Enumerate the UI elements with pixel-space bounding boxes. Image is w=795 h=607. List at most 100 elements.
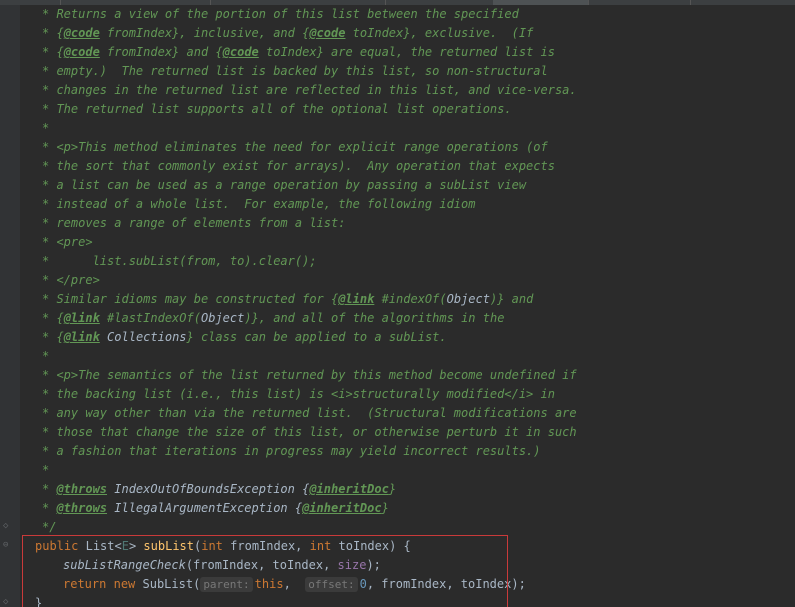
editor-tab[interactable] — [700, 0, 795, 5]
generic-param: E — [121, 539, 129, 553]
doc-text: #indexOf( — [374, 292, 447, 306]
doc-text: <p>This method eliminates the need for e… — [56, 140, 548, 154]
fold-end-icon[interactable]: ◇ — [3, 598, 12, 607]
doc-tag: @code — [309, 26, 346, 40]
fold-start-icon[interactable]: ⊖ — [3, 541, 12, 550]
editor-gutter: ◇ ⊖ ◇ — [0, 5, 20, 607]
doc-text: list.subList(from, to).clear(); — [56, 254, 317, 268]
code-line: * instead of a whole list. For example, … — [42, 197, 476, 211]
code-line: * <p>The semantics of the list returned … — [42, 368, 577, 382]
doc-text: } — [381, 501, 389, 515]
doc-tag: @throws — [56, 482, 108, 496]
param-hint: parent: — [200, 577, 253, 592]
code-line: * removes a range of elements from a lis… — [42, 216, 346, 230]
code-line: * list.subList(from, to).clear(); — [42, 254, 317, 268]
doc-ref[interactable]: Collections — [107, 330, 186, 344]
code-line: * a list can be used as a range operatio… — [42, 178, 527, 192]
doc-text: toIndex}, exclusive. (If — [345, 26, 534, 40]
code-line: * empty.) The returned list is backed by… — [42, 64, 548, 78]
doc-text: a list can be used as a range operation … — [56, 178, 527, 192]
doc-text: { — [56, 311, 64, 325]
doc-text: instead of a whole list. For example, th… — [56, 197, 476, 211]
code-line: */ — [42, 518, 56, 537]
doc-tag: @inheritDoc — [302, 501, 382, 515]
code-line: * — [42, 463, 50, 477]
doc-text: The returned list supports all of the op… — [56, 102, 512, 116]
code-line-return: return new SubList(parent: this, offset: 0… — [63, 575, 526, 594]
doc-text: { — [56, 330, 64, 344]
doc-tag: @link — [63, 311, 100, 325]
doc-text: fromIndex}, inclusive, and { — [99, 26, 310, 40]
code-line: * </pre> — [42, 273, 100, 287]
keyword: new — [113, 577, 136, 591]
args: ); — [366, 558, 381, 572]
code-line: * {@link #lastIndexOf(Object)}, and all … — [42, 311, 505, 325]
doc-tag: @throws — [56, 501, 108, 515]
code-line: * {@code fromIndex}, inclusive, and {@co… — [42, 26, 534, 40]
code-line: * — [42, 121, 50, 135]
code-line: * a fashion that iterations in progress … — [42, 444, 541, 458]
code-line: * — [42, 349, 50, 363]
args: , — [283, 577, 299, 591]
doc-tag: @code — [222, 45, 259, 59]
doc-text: toIndex} are equal, the returned list is — [258, 45, 555, 59]
doc-text: those that change the size of this list,… — [56, 425, 577, 439]
doc-end: */ — [42, 520, 57, 534]
code-editor[interactable]: ◇ ⊖ ◇ * Returns a view of the portion of… — [0, 0, 795, 607]
code-line: * those that change the size of this lis… — [42, 425, 577, 439]
doc-text: Returns a view of the portion of this li… — [56, 7, 519, 21]
args: (fromIndex, toIndex, — [185, 558, 338, 572]
doc-text: the backing list (i.e., this list) is <i… — [56, 387, 555, 401]
code-line: * <p>This method eliminates the need for… — [42, 140, 548, 154]
code-line: * changes in the returned list are refle… — [42, 83, 577, 97]
keyword: return — [63, 577, 107, 591]
doc-text: )} and — [489, 292, 534, 306]
keyword: this — [254, 577, 284, 591]
keyword: public — [35, 539, 79, 553]
doc-tag: @code — [63, 45, 100, 59]
doc-tag: @link — [338, 292, 375, 306]
method-call[interactable]: subListRangeCheck — [63, 558, 186, 572]
code-line: * {@link Collections} class can be appli… — [42, 330, 447, 344]
doc-text: changes in the returned list are reflect… — [56, 83, 577, 97]
doc-text: { — [56, 45, 64, 59]
doc-text: } class can be applied to a subList. — [186, 330, 447, 344]
doc-text: empty.) The returned list is backed by t… — [56, 64, 548, 78]
doc-text: )}, and all of the algorithms in the — [244, 311, 505, 325]
doc-text: IllegalArgumentException { — [107, 501, 303, 515]
code-line: * @throws IllegalArgumentException {@inh… — [42, 501, 389, 515]
code-line: * Returns a view of the portion of this … — [42, 7, 519, 21]
doc-text: <p>The semantics of the list returned by… — [56, 368, 577, 382]
type-name[interactable]: List< — [86, 539, 122, 553]
type-name: > — [128, 539, 137, 553]
doc-ref[interactable]: Object — [447, 292, 490, 306]
editor-tab[interactable] — [600, 0, 691, 5]
doc-text: } — [388, 482, 397, 496]
doc-text: <pre> — [56, 235, 93, 249]
code-line: * Similar idioms may be constructed for … — [42, 292, 534, 306]
doc-text: removes a range of elements from a list: — [56, 216, 346, 230]
doc-tag: @code — [63, 26, 100, 40]
closing-brace: } — [35, 596, 43, 607]
code-line: * @throws IndexOutOfBoundsException {@in… — [42, 482, 397, 496]
param: toIndex) { — [331, 539, 411, 553]
class-ref[interactable]: SubList( — [135, 577, 201, 591]
doc-text: a fashion that iterations in progress ma… — [56, 444, 541, 458]
doc-tag: @link — [63, 330, 100, 344]
args: , fromIndex, toIndex); — [366, 577, 526, 591]
doc-text: fromIndex} and { — [99, 45, 223, 59]
keyword: int — [309, 539, 332, 553]
field-ref[interactable]: size — [338, 558, 367, 572]
doc-text: IndexOutOfBoundsException { — [107, 482, 310, 496]
method-name[interactable]: subList — [143, 539, 194, 553]
param: fromIndex, — [222, 539, 310, 553]
doc-text: any way other than via the returned list… — [56, 406, 577, 420]
code-line: * the backing list (i.e., this list) is … — [42, 387, 555, 401]
fold-end-icon[interactable]: ◇ — [3, 522, 12, 531]
doc-tag: @inheritDoc — [309, 482, 389, 496]
doc-ref[interactable]: Object — [201, 311, 244, 325]
code-line: * {@code fromIndex} and {@code toIndex} … — [42, 45, 555, 59]
doc-text: { — [56, 26, 64, 40]
doc-text: Similar idioms may be constructed for { — [56, 292, 339, 306]
code-line-close: } — [35, 594, 42, 607]
